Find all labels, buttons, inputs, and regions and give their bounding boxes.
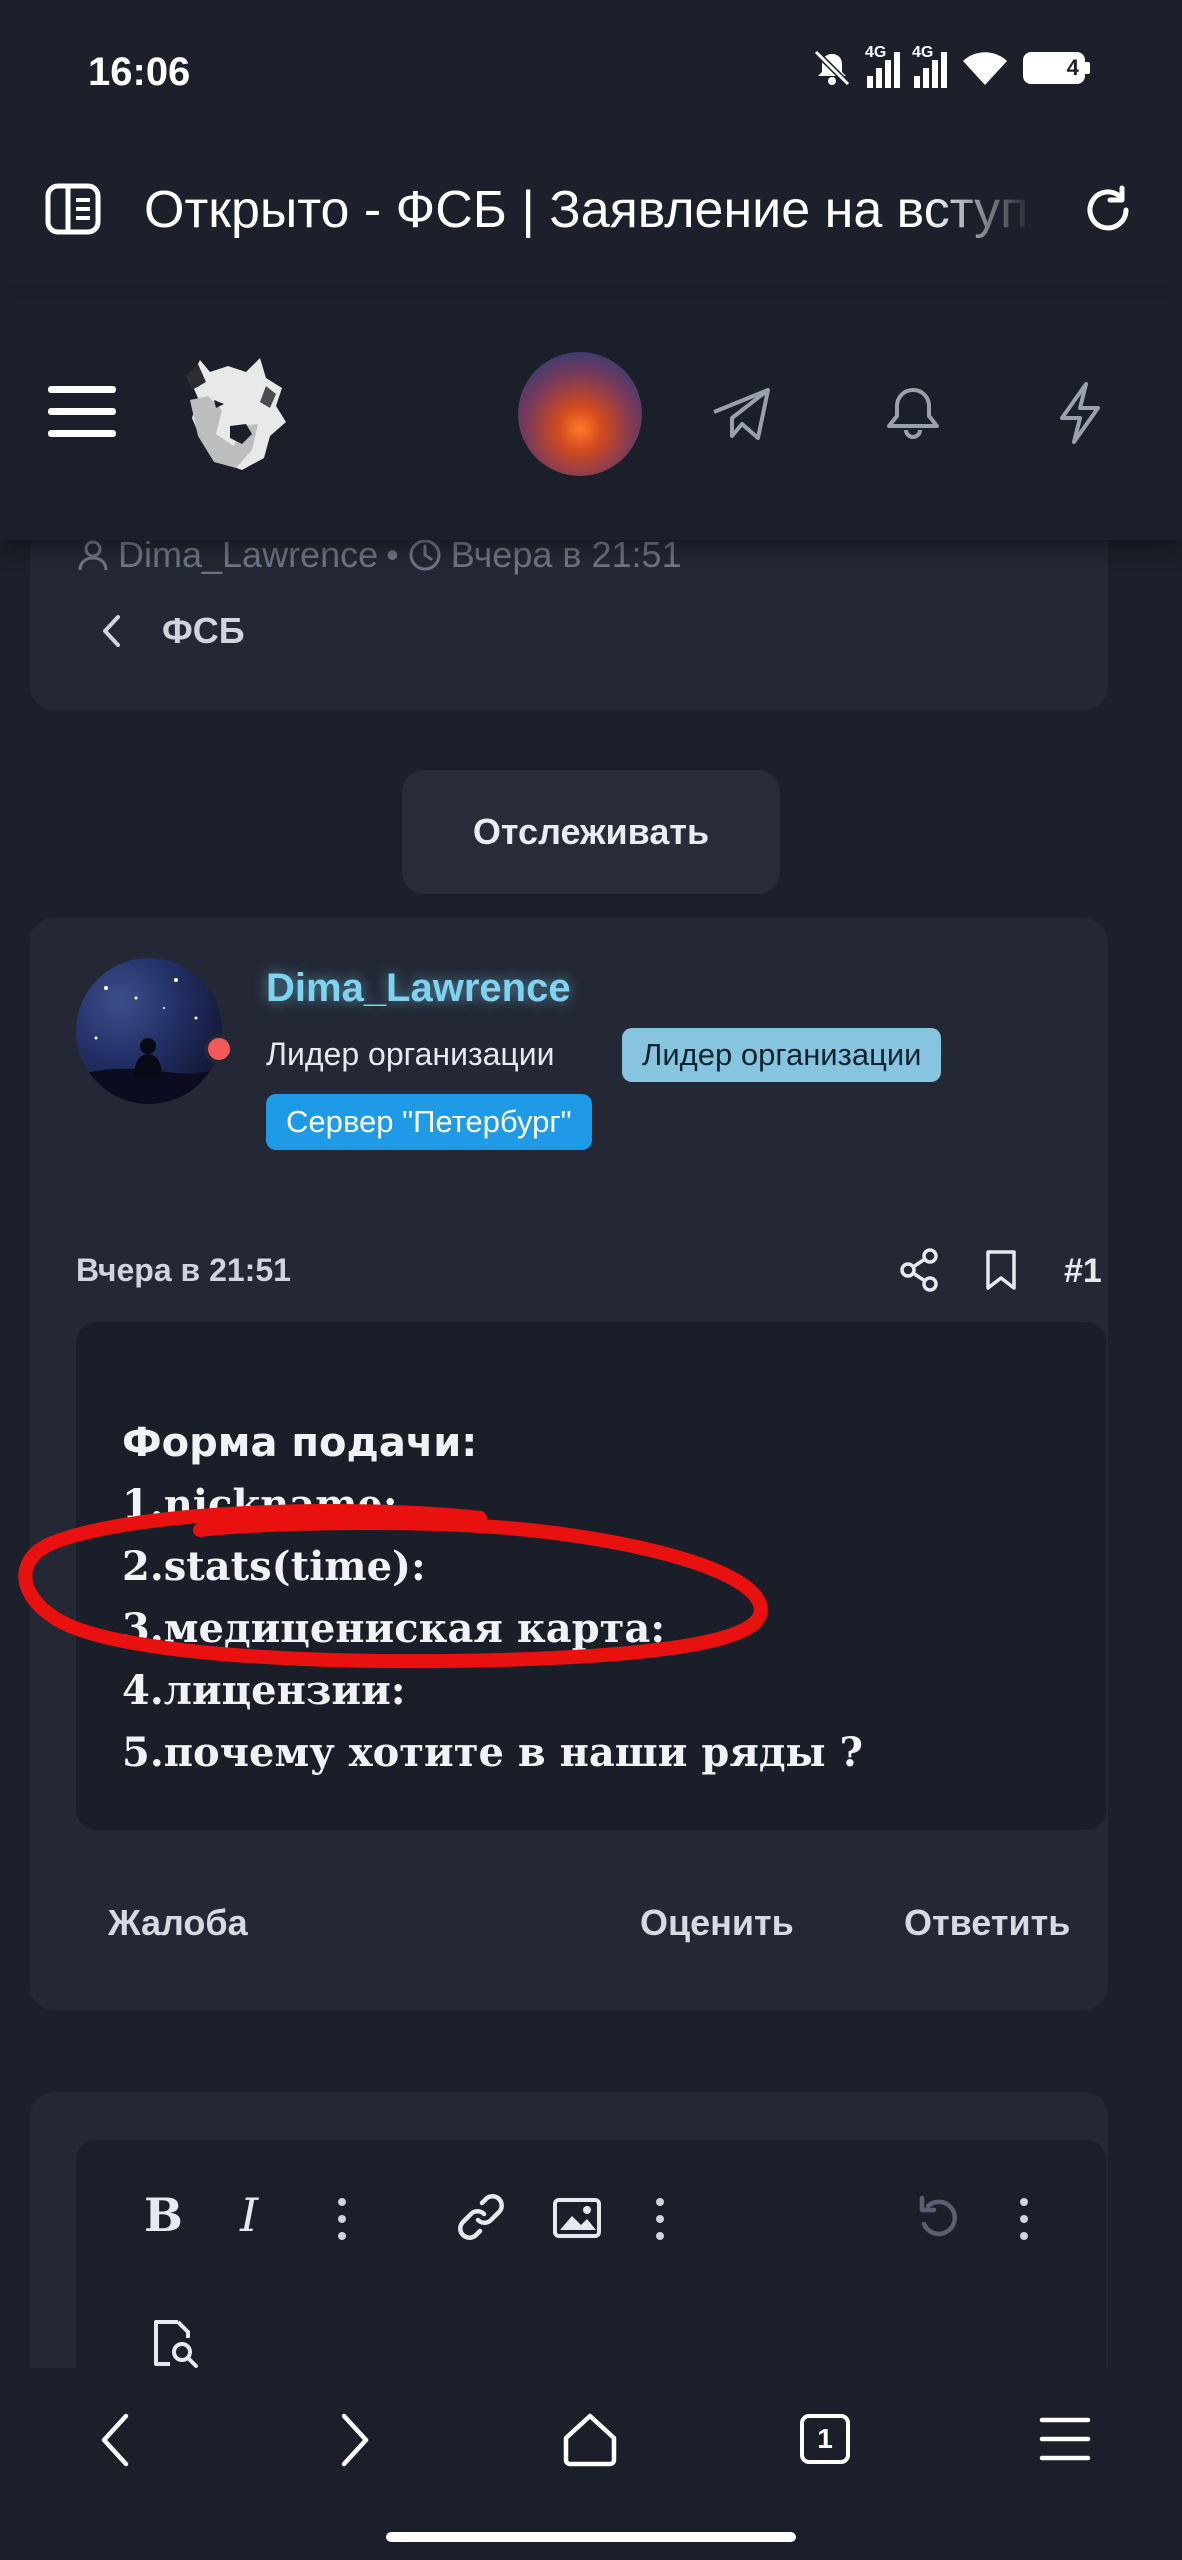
red-highlight-circle — [18, 1503, 768, 1669]
italic-button[interactable]: I — [240, 2188, 258, 2242]
post-date[interactable]: Вчера в 21:51 — [76, 1252, 291, 1289]
meta-separator: • — [386, 534, 399, 575]
status-icons: 4G 4G 4 — [811, 44, 1090, 88]
report-button[interactable]: Жалоба — [108, 1902, 248, 1944]
reply-button[interactable]: Ответить — [904, 1902, 1070, 1944]
forward-icon[interactable] — [334, 2410, 374, 2470]
status-time: 16:06 — [88, 50, 191, 94]
post-line: 5.почему хотите в наши ряды ? — [122, 1729, 863, 1776]
battery-icon: 4 — [1023, 52, 1090, 84]
thread-meta: Dima_Lawrence • Вчера в 21:51 — [76, 534, 682, 576]
server-badge: Сервер "Петербург" — [266, 1094, 592, 1150]
follow-button[interactable]: Отслеживать — [402, 770, 780, 894]
more-options-icon[interactable] — [338, 2198, 346, 2244]
tabs-count-button[interactable]: 1 — [800, 2414, 850, 2464]
breadcrumb-label[interactable]: ФСБ — [162, 610, 245, 652]
tabs-count: 1 — [817, 2423, 833, 2454]
reload-icon[interactable] — [1078, 180, 1138, 240]
chevron-left-icon — [103, 615, 120, 647]
bookmark-icon[interactable] — [984, 1248, 1018, 1292]
signal-icon: 4G — [865, 44, 900, 88]
bell-icon[interactable] — [880, 380, 946, 446]
post-line: Форма подачи: — [122, 1420, 478, 1466]
signal-icon: 4G — [912, 44, 947, 88]
gesture-bar — [386, 2532, 796, 2542]
user-icon — [78, 540, 108, 571]
role-badge: Лидер организации — [622, 1028, 942, 1082]
mute-icon — [813, 49, 851, 87]
author-avatar[interactable] — [76, 958, 222, 1104]
back-icon[interactable] — [96, 2410, 136, 2470]
post-author-name[interactable]: Dima_Lawrence — [266, 966, 571, 1011]
thread-author[interactable]: Dima_Lawrence — [118, 534, 378, 576]
undo-icon[interactable] — [914, 2192, 964, 2242]
bold-button[interactable]: B — [144, 2188, 183, 2242]
share-icon[interactable] — [900, 1248, 940, 1292]
home-icon[interactable] — [560, 2410, 620, 2470]
avatar-image — [76, 978, 222, 1104]
bolt-icon[interactable] — [1050, 380, 1110, 446]
user-title: Лидер организации — [266, 1036, 555, 1072]
more-options-icon[interactable] — [1020, 2198, 1028, 2244]
post-number[interactable]: #1 — [1064, 1252, 1102, 1291]
online-status-dot — [204, 1034, 234, 1064]
clock-icon — [409, 539, 441, 571]
wifi-icon — [963, 52, 1007, 85]
menu-icon[interactable] — [48, 384, 116, 440]
page-title[interactable]: Открыто - ФСБ | Заявление на вступление — [144, 180, 1034, 240]
thread-date: Вчера в 21:51 — [450, 534, 682, 575]
preview-icon[interactable] — [148, 2318, 200, 2370]
menu-icon[interactable] — [1038, 2414, 1092, 2464]
user-avatar[interactable] — [518, 352, 642, 476]
link-icon[interactable] — [456, 2192, 506, 2242]
breadcrumb[interactable]: ФСБ — [100, 610, 245, 652]
image-icon[interactable] — [552, 2196, 602, 2240]
sidebar-panel-icon[interactable] — [44, 180, 102, 238]
more-options-icon[interactable] — [656, 2198, 664, 2244]
rate-button[interactable]: Оценить — [640, 1902, 794, 1944]
telegram-icon[interactable] — [710, 384, 774, 444]
bear-logo[interactable] — [170, 340, 300, 480]
